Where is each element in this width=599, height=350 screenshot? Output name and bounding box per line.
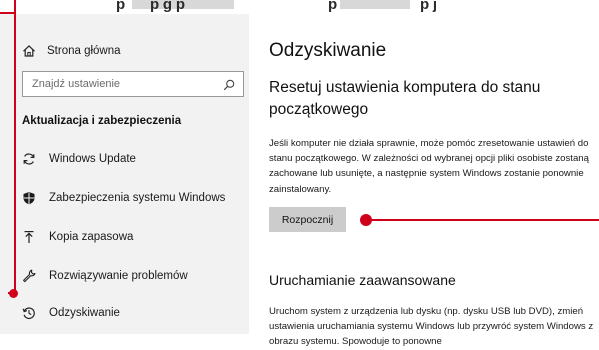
sidebar-item-troubleshoot[interactable]: Rozwiązywanie problemów [22,267,188,285]
heading-fragment: p j [420,0,437,13]
home-icon [22,44,36,58]
recovery-panel: Odzyskiwanie Resetuj ustawienia komputer… [249,14,599,347]
shield-icon [22,191,36,205]
search-placeholder: Znajdź ustawienie [32,78,121,90]
callout-line-button [372,219,599,221]
sidebar-item-backup[interactable]: Kopia zapasowa [22,228,133,246]
settings-sidebar: Strona główna Znajdź ustawienie Aktualiz… [0,14,249,334]
callout-line-vertical [14,0,16,294]
history-icon [22,306,36,320]
nav-home[interactable]: Strona główna [22,42,121,60]
heading-fragment: p g p [150,0,185,13]
callout-line-top [0,12,15,14]
sidebar-item-windows-update[interactable]: Windows Update [22,150,136,168]
callout-dot-button [360,214,372,226]
nav-home-label: Strona główna [47,45,121,57]
advanced-startup-heading: Uruchamianie zaawansowane [269,272,456,288]
sidebar-item-recovery[interactable]: Odzyskiwanie [22,304,120,322]
highlight-block [340,0,410,9]
callout-dot-recovery [9,289,18,298]
upload-arrow-icon [22,230,36,244]
cropped-heading-strip: p p g p p p j [0,0,599,14]
sidebar-item-label: Kopia zapasowa [49,231,134,243]
sidebar-item-label: Windows Update [49,153,136,165]
section-title: Aktualizacja i zabezpieczenia [22,115,182,127]
wrench-icon [22,269,36,283]
advanced-startup-description: Uruchom system z urządzenia lub dysku (n… [269,306,594,348]
search-input[interactable]: Znajdź ustawienie [22,71,244,97]
start-reset-button[interactable]: Rozpocznij [269,207,346,232]
sidebar-item-label: Rozwiązywanie problemów [49,270,188,282]
sidebar-item-label: Odzyskiwanie [49,307,120,319]
sync-icon [22,152,36,166]
reset-heading: Resetuj ustawienia komputera do stanu po… [269,79,541,118]
heading-fragment: p [116,0,125,13]
heading-fragment: p [328,0,337,13]
sidebar-item-label: Zabezpieczenia systemu Windows [49,192,226,204]
page-title: Odzyskiwanie [269,40,387,61]
search-icon[interactable] [223,78,235,91]
sidebar-item-windows-security[interactable]: Zabezpieczenia systemu Windows [22,189,225,207]
reset-description: Jeśli komputer nie działa sprawnie, może… [269,138,589,195]
